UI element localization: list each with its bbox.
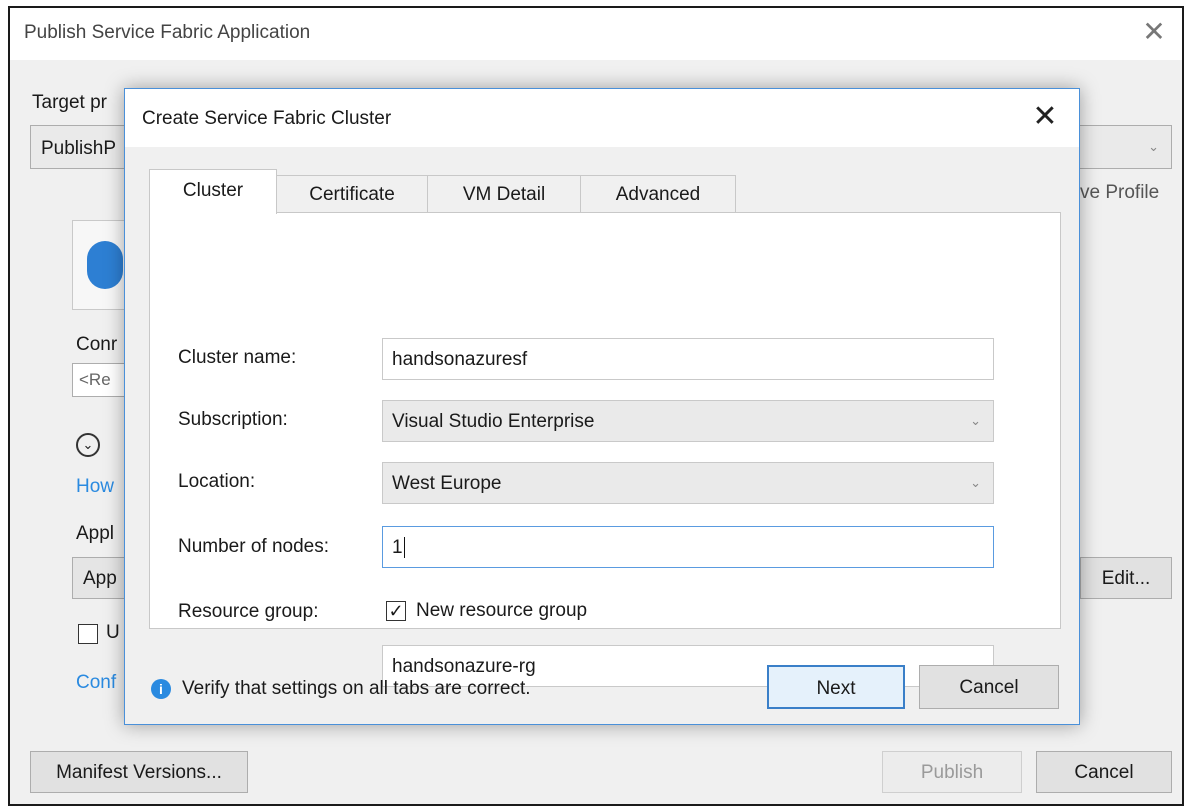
tab-cluster[interactable]: Cluster (149, 169, 277, 214)
cluster-name-value: handsonazuresf (392, 349, 528, 370)
nodes-value: 1 (392, 537, 403, 558)
info-text: Verify that settings on all tabs are cor… (182, 678, 531, 699)
service-fabric-icon (87, 241, 123, 289)
outer-cancel-button[interactable]: Cancel (1036, 751, 1172, 793)
close-icon[interactable]: ✕ (1027, 99, 1063, 135)
publish-titlebar: Publish Service Fabric Application ✕ (10, 8, 1182, 60)
location-value: West Europe (392, 473, 502, 494)
subscription-label: Subscription: (178, 409, 288, 430)
how-link[interactable]: How (76, 476, 114, 498)
publish-window-title: Publish Service Fabric Application (24, 22, 311, 43)
application-parameters-select[interactable]: App (72, 557, 132, 599)
upgrade-checkbox[interactable] (78, 624, 98, 644)
new-resource-group-label: New resource group (416, 600, 588, 621)
location-label: Location: (178, 471, 256, 492)
tab-advanced[interactable]: Advanced (580, 175, 736, 213)
connection-label: Conr (76, 334, 118, 355)
manifest-versions-button[interactable]: Manifest Versions... (30, 751, 248, 793)
next-button-label: Next (816, 678, 856, 699)
dialog-cancel-label: Cancel (959, 677, 1019, 698)
location-select[interactable]: West Europe ⌄ (382, 462, 994, 504)
dialog-cancel-button[interactable]: Cancel (919, 665, 1059, 709)
next-button[interactable]: Next (767, 665, 905, 709)
publish-button-label: Publish (920, 762, 984, 783)
info-icon: i (151, 679, 171, 699)
cluster-name-input[interactable]: handsonazuresf (382, 338, 994, 380)
manifest-versions-label: Manifest Versions... (56, 762, 222, 783)
chevron-down-icon: ⌄ (970, 413, 981, 428)
subscription-value: Visual Studio Enterprise (392, 411, 595, 432)
tab-advanced-label: Advanced (615, 184, 701, 205)
dialog-titlebar: Create Service Fabric Cluster ✕ (125, 89, 1079, 147)
account-tile[interactable] (72, 220, 132, 310)
tab-vm-detail-label: VM Detail (462, 184, 546, 205)
dialog-title: Create Service Fabric Cluster (142, 108, 392, 129)
resource-group-value: handsonazure-rg (392, 656, 536, 677)
edit-button-label: Edit... (1101, 568, 1151, 589)
connection-endpoint-field[interactable]: <Re (72, 363, 132, 397)
save-profile-link[interactable]: ve Profile (1080, 182, 1159, 204)
new-resource-group-checkbox[interactable]: ✓ (386, 601, 406, 621)
tab-certificate[interactable]: Certificate (276, 175, 428, 213)
tab-cluster-label: Cluster (182, 180, 244, 201)
nodes-input[interactable]: 1 (382, 526, 994, 568)
target-profile-label: Target pr (32, 92, 107, 113)
text-cursor (403, 537, 405, 558)
chevron-down-icon: ⌄ (1148, 139, 1159, 154)
checkmark-icon: ✓ (388, 601, 404, 621)
target-profile-value: PublishP (41, 138, 116, 159)
publish-close-icon[interactable]: ✕ (1136, 14, 1172, 50)
configure-link[interactable]: Conf (76, 672, 116, 694)
upgrade-label: U (106, 622, 120, 643)
tab-vm-detail[interactable]: VM Detail (427, 175, 581, 213)
tab-certificate-label: Certificate (309, 184, 395, 205)
connection-placeholder: <Re (79, 370, 111, 389)
expand-chevron-icon[interactable]: ⌄ (76, 433, 100, 457)
cluster-tab-panel: Cluster name: handsonazuresf Subscriptio… (149, 212, 1061, 687)
publish-button[interactable]: Publish (882, 751, 1022, 793)
edit-button[interactable]: Edit... (1080, 557, 1172, 599)
nodes-label: Number of nodes: (178, 536, 330, 557)
resource-group-label: Resource group: (178, 601, 319, 622)
subscription-select[interactable]: Visual Studio Enterprise ⌄ (382, 400, 994, 442)
chevron-down-icon: ⌄ (970, 475, 981, 490)
application-value: App (83, 568, 117, 589)
application-label: Appl (76, 523, 115, 544)
outer-cancel-label: Cancel (1074, 762, 1134, 783)
create-cluster-dialog: Create Service Fabric Cluster ✕ Cluster … (124, 88, 1080, 725)
cluster-name-label: Cluster name: (178, 347, 297, 368)
